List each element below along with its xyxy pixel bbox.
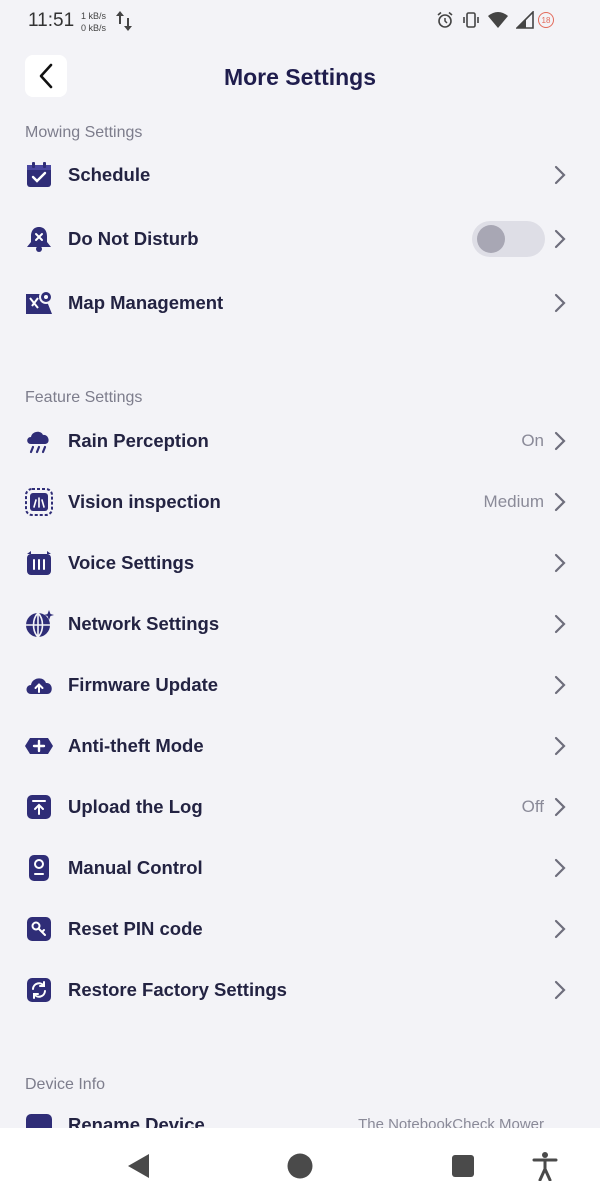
row-vision-inspection[interactable]: Vision inspection Medium — [0, 474, 600, 530]
rain-cloud-icon — [24, 426, 54, 456]
globe-icon — [24, 609, 54, 639]
row-value: Medium — [483, 492, 544, 511]
vision-scan-icon — [24, 487, 54, 517]
nav-back-button[interactable] — [120, 1148, 156, 1184]
row-anti-theft-mode[interactable]: Anti-theft Mode — [0, 718, 600, 774]
section-device-info: Device Info — [25, 1076, 106, 1093]
alarm-icon — [437, 11, 453, 28]
accessibility-icon — [532, 1152, 558, 1181]
chevron-right-icon — [554, 165, 566, 185]
row-label: Anti-theft Mode — [68, 735, 204, 756]
row-upload-the-log[interactable]: Upload the Log Off — [0, 779, 600, 835]
wifi-icon — [488, 12, 508, 28]
chevron-right-icon — [554, 614, 566, 634]
refresh-icon — [24, 975, 54, 1005]
row-label: Map Management — [68, 292, 224, 313]
nav-accessibility-button[interactable] — [527, 1148, 563, 1184]
row-rain-perception[interactable]: Rain Perception On — [0, 413, 600, 469]
recents-square-icon — [452, 1155, 474, 1177]
chevron-right-icon — [554, 293, 566, 313]
pencil-icon — [26, 1114, 52, 1128]
cloud-upload-icon — [24, 670, 54, 700]
voice-icon — [24, 548, 54, 578]
signal-icon — [516, 11, 534, 29]
status-bar: 11:51 1 kB/s 0 kB/s 18 — [0, 0, 600, 44]
status-time: 11:51 — [28, 10, 75, 31]
row-label: Network Settings — [68, 613, 220, 634]
do-not-disturb-toggle[interactable] — [472, 221, 545, 257]
row-label: Do Not Disturb — [68, 228, 199, 249]
net-up: 1 kB/s — [81, 11, 107, 21]
home-circle-icon — [287, 1153, 313, 1179]
row-label: Voice Settings — [68, 552, 195, 573]
chevron-right-icon — [554, 492, 566, 512]
row-voice-settings[interactable]: Voice Settings — [0, 535, 600, 591]
battery-icon: 18 — [538, 12, 554, 28]
row-restore-factory-settings[interactable]: Restore Factory Settings — [0, 962, 600, 1018]
row-rename-device[interactable]: Rename Device The NotebookCheck Mower — [0, 1112, 600, 1128]
row-label: Vision inspection — [68, 491, 221, 512]
net-down: 0 kB/s — [81, 23, 107, 33]
network-speed: 1 kB/s 0 kB/s — [81, 10, 106, 34]
chevron-right-icon — [554, 797, 566, 817]
key-icon — [24, 914, 54, 944]
calendar-check-icon — [24, 160, 54, 190]
chevron-right-icon — [554, 858, 566, 878]
chevron-right-icon — [554, 736, 566, 756]
row-label: Restore Factory Settings — [68, 979, 287, 1000]
row-label: Rain Perception — [68, 430, 209, 451]
chevron-right-icon — [554, 553, 566, 573]
row-do-not-disturb[interactable]: Do Not Disturb — [0, 211, 600, 267]
bell-off-icon — [24, 224, 54, 254]
row-label: Reset PIN code — [68, 918, 203, 939]
section-mowing-settings: Mowing Settings — [25, 124, 143, 141]
map-pin-icon — [24, 288, 54, 318]
row-manual-control[interactable]: Manual Control — [0, 840, 600, 896]
chevron-right-icon — [554, 431, 566, 451]
section-feature-settings: Feature Settings — [25, 389, 143, 406]
chevron-right-icon — [554, 675, 566, 695]
chevron-right-icon — [554, 980, 566, 1000]
row-label: Manual Control — [68, 857, 203, 878]
row-label: Firmware Update — [68, 674, 219, 695]
remote-control-icon — [24, 853, 54, 883]
row-label: Upload the Log — [68, 796, 203, 817]
chevron-right-icon — [554, 229, 566, 249]
row-value: Off — [521, 797, 544, 816]
row-label: Schedule — [68, 164, 151, 185]
upload-icon — [24, 792, 54, 822]
header: More Settings — [0, 50, 600, 106]
page-title: More Settings — [223, 64, 377, 90]
toggle-knob — [477, 225, 505, 253]
row-value: On — [521, 431, 544, 450]
row-map-management[interactable]: Map Management — [0, 275, 600, 331]
row-value: The NotebookCheck Mower — [358, 1116, 544, 1128]
row-reset-pin-code[interactable]: Reset PIN code — [0, 901, 600, 957]
system-nav-bar — [0, 1128, 600, 1200]
row-firmware-update[interactable]: Firmware Update — [0, 657, 600, 713]
nav-recents-button[interactable] — [445, 1148, 481, 1184]
chevron-right-icon — [554, 919, 566, 939]
data-transfer-icon — [116, 11, 132, 31]
row-schedule[interactable]: Schedule — [0, 147, 600, 203]
row-label: Rename Device — [68, 1114, 205, 1128]
row-network-settings[interactable]: Network Settings — [0, 596, 600, 652]
back-triangle-icon — [128, 1154, 149, 1178]
nav-home-button[interactable] — [282, 1148, 318, 1184]
vibrate-icon — [463, 12, 479, 28]
shield-plus-icon — [24, 731, 54, 761]
